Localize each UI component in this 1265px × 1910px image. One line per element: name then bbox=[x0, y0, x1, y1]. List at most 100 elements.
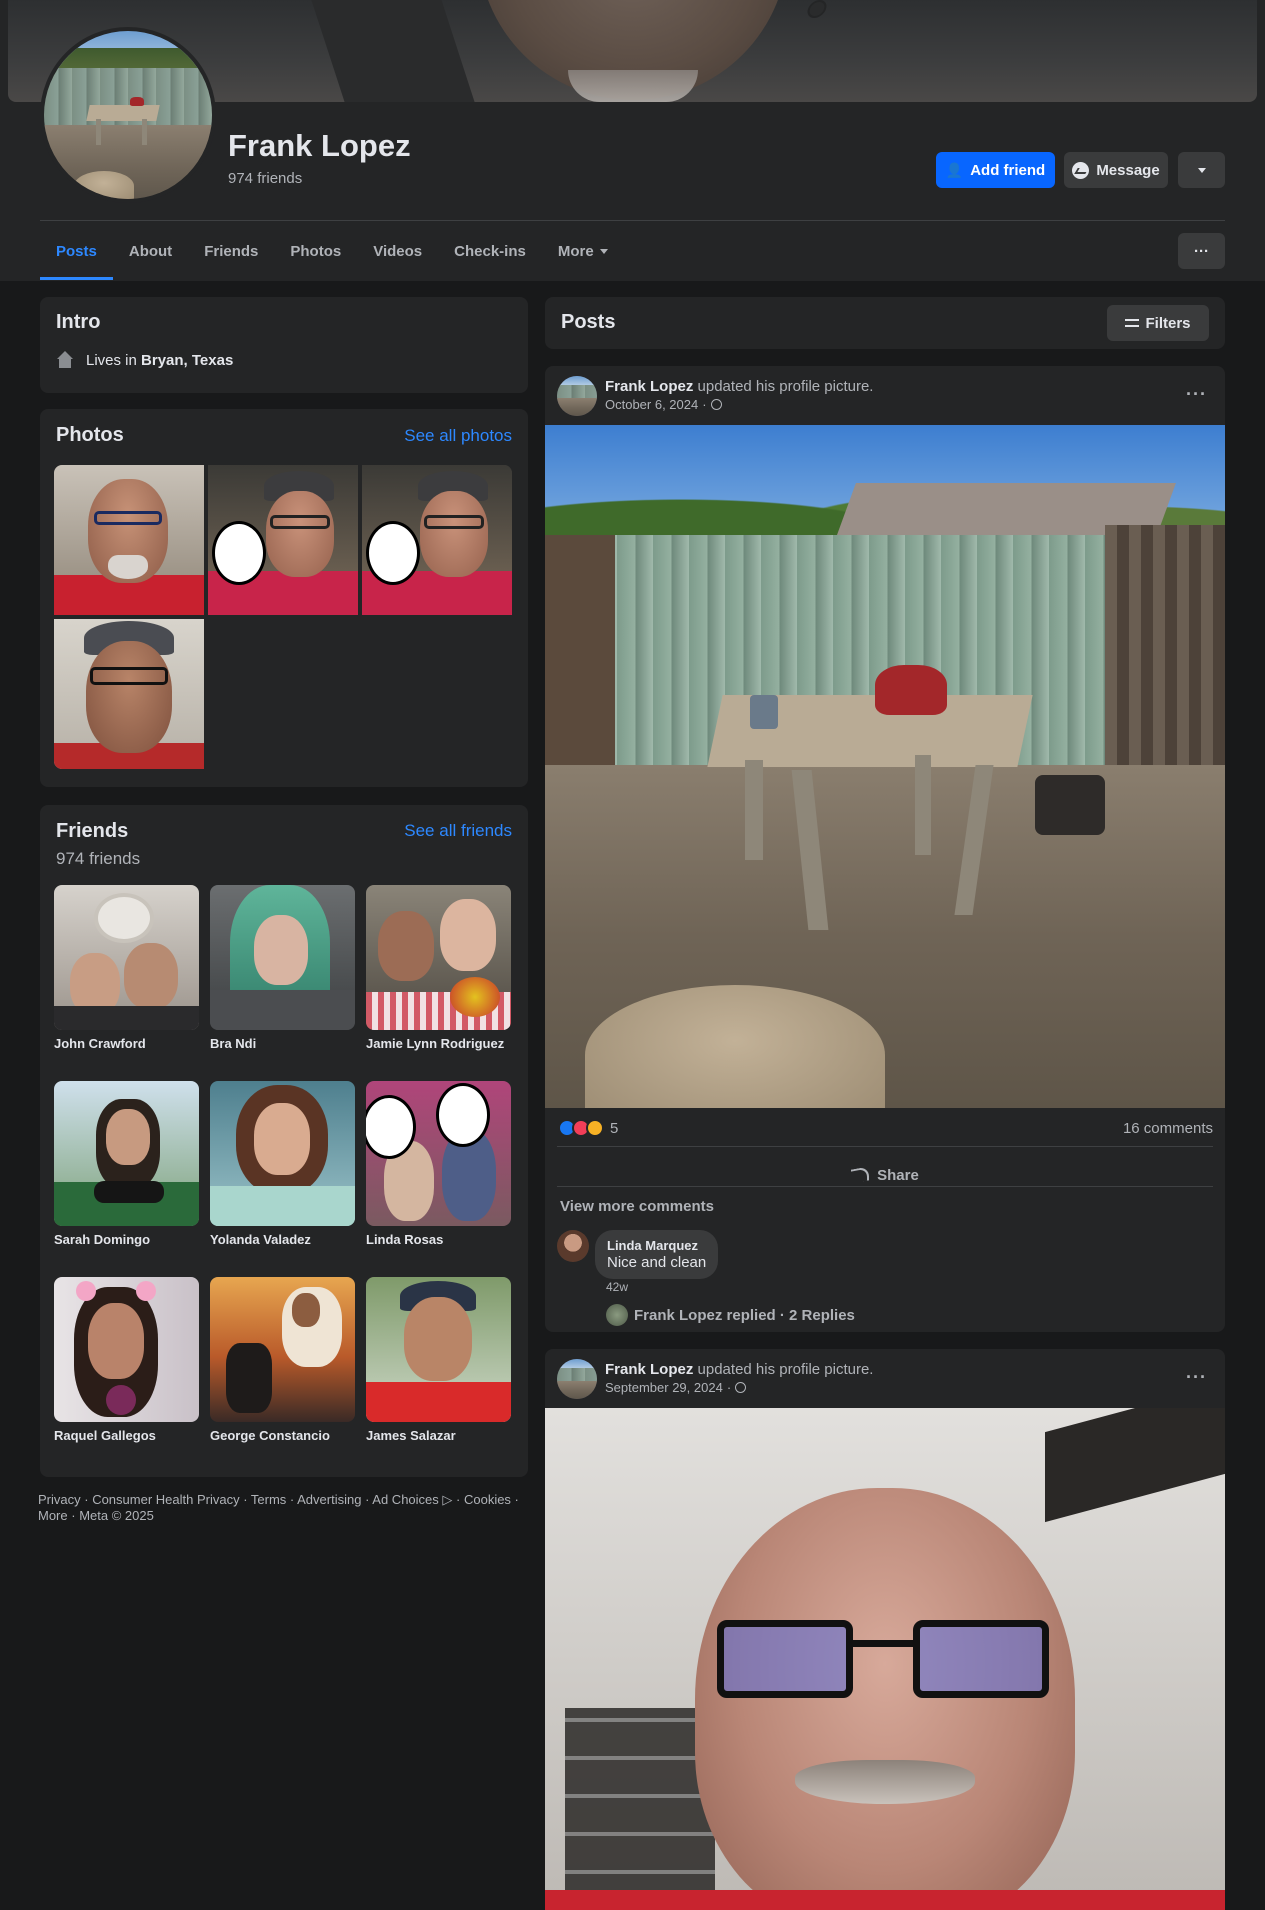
redaction-circle bbox=[366, 521, 420, 585]
intro-card: Intro Lives in Bryan, Texas bbox=[40, 297, 528, 393]
post-action-text: updated his profile picture. bbox=[693, 378, 874, 395]
filters-button[interactable]: Filters bbox=[1107, 305, 1209, 341]
message-label: Message bbox=[1096, 161, 1160, 179]
globe-icon bbox=[735, 1382, 747, 1393]
photos-card: Photos See all photos bbox=[40, 409, 528, 787]
post-meta: September 29, 2024 · bbox=[605, 1380, 873, 1395]
profile-options-button[interactable] bbox=[1178, 152, 1225, 188]
friend-tile[interactable]: Jamie Lynn Rodriguez bbox=[366, 885, 511, 1051]
friend-name[interactable]: James Salazar bbox=[366, 1428, 511, 1443]
tab-label: Check-ins bbox=[454, 242, 526, 260]
intro-title: Intro bbox=[56, 311, 101, 333]
friend-name[interactable]: Sarah Domingo bbox=[54, 1232, 199, 1247]
replies-link[interactable]: Frank Lopez replied · 2 Replies bbox=[606, 1304, 855, 1326]
friend-name[interactable]: Bra Ndi bbox=[210, 1036, 355, 1051]
friend-name[interactable]: John Crawford bbox=[54, 1036, 199, 1051]
cover-shirt-right bbox=[805, 0, 829, 18]
photo-thumbnail[interactable] bbox=[208, 465, 358, 615]
friend-tile[interactable]: James Salazar bbox=[366, 1277, 511, 1443]
care-reaction-icon bbox=[586, 1119, 604, 1137]
profile-friend-count[interactable]: 974 friends bbox=[228, 170, 302, 187]
share-button[interactable]: Share bbox=[545, 1155, 1225, 1195]
avatar-scene bbox=[44, 31, 212, 199]
profile-avatar[interactable] bbox=[40, 27, 216, 203]
photo-thumbnail[interactable] bbox=[54, 465, 204, 615]
profile-name: Frank Lopez bbox=[228, 128, 411, 163]
footer-link-terms[interactable]: Terms bbox=[251, 1492, 286, 1507]
tab-check-ins[interactable]: Check-ins bbox=[438, 222, 542, 280]
friend-name[interactable]: George Constancio bbox=[210, 1428, 355, 1443]
share-label: Share bbox=[877, 1166, 919, 1184]
post-image[interactable] bbox=[545, 425, 1225, 1108]
ad-choices-icon: ▷ bbox=[442, 1492, 453, 1507]
friend-tile[interactable]: Linda Rosas bbox=[366, 1081, 511, 1247]
commenter-avatar[interactable] bbox=[557, 1230, 589, 1262]
profile-header: Frank Lopez 974 friends 👤 Add friend Mes… bbox=[0, 0, 1265, 281]
footer-link-cookies[interactable]: Cookies bbox=[464, 1492, 511, 1507]
post-options-icon[interactable]: ··· bbox=[1186, 384, 1207, 405]
tab-label: More bbox=[557, 242, 594, 260]
tab-friends[interactable]: Friends bbox=[188, 222, 274, 280]
tab-videos[interactable]: Videos bbox=[357, 222, 438, 280]
comment-time[interactable]: 42w bbox=[606, 1280, 628, 1294]
filter-icon bbox=[1125, 317, 1140, 329]
post-author-link[interactable]: Frank Lopez bbox=[605, 378, 693, 395]
cover-beard bbox=[568, 70, 698, 102]
friend-name[interactable]: Jamie Lynn Rodriguez bbox=[366, 1036, 511, 1051]
redaction-circle bbox=[436, 1083, 490, 1147]
messenger-icon bbox=[1072, 161, 1090, 179]
add-friend-button[interactable]: 👤 Add friend bbox=[936, 152, 1055, 188]
footer-link-advertising[interactable]: Advertising bbox=[297, 1492, 361, 1507]
comments-count-link[interactable]: 16 comments bbox=[1123, 1120, 1213, 1137]
footer-link-consumer-health-privacy[interactable]: Consumer Health Privacy bbox=[92, 1492, 239, 1507]
friend-tile[interactable]: Yolanda Valadez bbox=[210, 1081, 355, 1247]
friend-name[interactable]: Yolanda Valadez bbox=[210, 1232, 355, 1247]
photo-thumbnail[interactable] bbox=[362, 465, 512, 615]
post-options-icon[interactable]: ··· bbox=[1186, 1367, 1207, 1388]
location-link[interactable]: Bryan, Texas bbox=[141, 352, 233, 369]
photo-thumbnail[interactable] bbox=[54, 619, 204, 769]
reply-author-avatar bbox=[606, 1304, 628, 1326]
commenter-name[interactable]: Linda Marquez bbox=[607, 1238, 706, 1253]
friends-count: 974 friends bbox=[56, 849, 141, 868]
friend-tile[interactable]: Raquel Gallegos bbox=[54, 1277, 199, 1443]
friends-title: Friends bbox=[56, 820, 129, 842]
filters-label: Filters bbox=[1145, 314, 1191, 332]
page-footer: Privacy · Consumer Health Privacy · Term… bbox=[38, 1492, 519, 1523]
posts-header-card: Posts Filters bbox=[545, 297, 1225, 349]
tab-label: Posts bbox=[56, 242, 97, 260]
friends-card: Friends 974 friends See all friends John… bbox=[40, 805, 528, 1477]
post-divider bbox=[557, 1186, 1213, 1187]
post-date[interactable]: September 29, 2024 bbox=[605, 1380, 723, 1395]
post-image[interactable] bbox=[545, 1408, 1225, 1910]
post-author-link[interactable]: Frank Lopez bbox=[605, 1361, 693, 1378]
friend-tile[interactable]: John Crawford bbox=[54, 885, 199, 1051]
friend-tile[interactable]: George Constancio bbox=[210, 1277, 355, 1443]
tab-about[interactable]: About bbox=[113, 222, 188, 280]
post-author-avatar[interactable] bbox=[557, 376, 597, 416]
friend-name[interactable]: Linda Rosas bbox=[366, 1232, 511, 1247]
tab-photos[interactable]: Photos bbox=[274, 222, 357, 280]
caret-down-icon bbox=[599, 248, 608, 254]
redaction-circle bbox=[212, 521, 266, 585]
tab-posts[interactable]: Posts bbox=[40, 222, 113, 280]
comment: Linda Marquez Nice and clean bbox=[557, 1230, 719, 1279]
lives-in-label: Lives in bbox=[86, 351, 142, 369]
see-all-photos-link[interactable]: See all photos bbox=[404, 426, 512, 446]
reactions-summary[interactable]: 5 bbox=[558, 1119, 618, 1137]
tab-more[interactable]: More bbox=[542, 222, 624, 280]
post-author-avatar[interactable] bbox=[557, 1359, 597, 1399]
friend-name[interactable]: Raquel Gallegos bbox=[54, 1428, 199, 1443]
profile-tabs: Posts About Friends Photos Videos Check-… bbox=[40, 222, 624, 280]
footer-link-more[interactable]: More bbox=[38, 1508, 68, 1523]
message-button[interactable]: Message bbox=[1064, 152, 1168, 188]
friend-tile[interactable]: Bra Ndi bbox=[210, 885, 355, 1051]
more-dots-icon[interactable]: ··· bbox=[1178, 233, 1225, 269]
footer-link-ad-choices[interactable]: Ad Choices bbox=[372, 1492, 438, 1507]
footer-link-privacy[interactable]: Privacy bbox=[38, 1492, 81, 1507]
view-more-comments-link[interactable]: View more comments bbox=[560, 1198, 714, 1215]
friend-tile[interactable]: Sarah Domingo bbox=[54, 1081, 199, 1247]
post-date[interactable]: October 6, 2024 bbox=[605, 397, 698, 412]
see-all-friends-link[interactable]: See all friends bbox=[404, 821, 512, 841]
post-header: Frank Lopez updated his profile picture.… bbox=[557, 376, 873, 416]
